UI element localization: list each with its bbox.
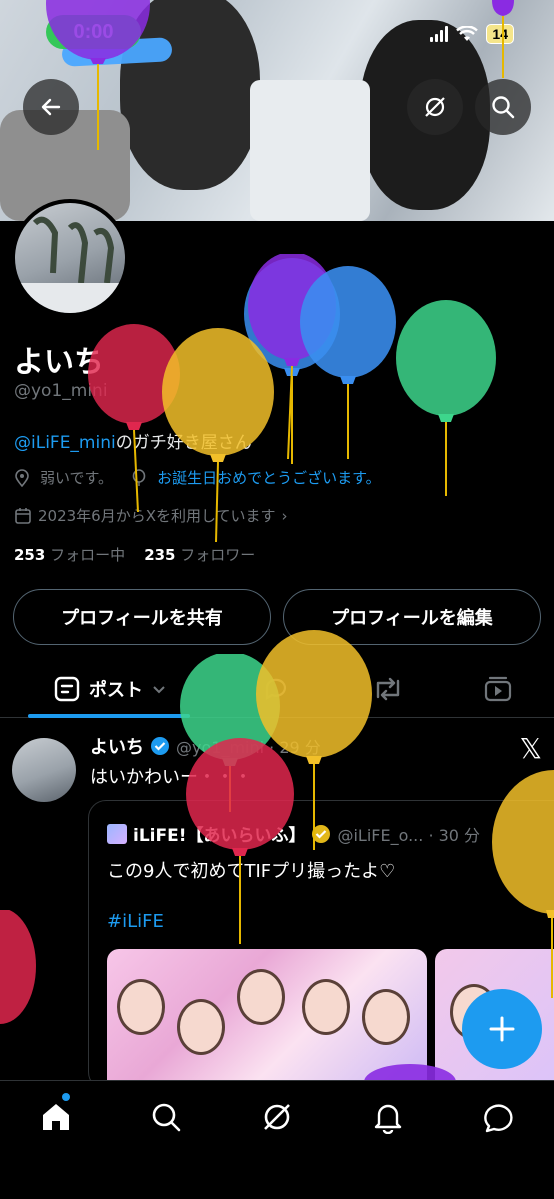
video-icon <box>484 676 512 702</box>
photo-face <box>302 979 350 1035</box>
following-label: フォロー中 <box>50 546 126 564</box>
tab-posts-label: ポスト <box>89 680 143 701</box>
photo-face <box>177 999 225 1055</box>
balloon-icon <box>492 0 514 78</box>
avatar-image <box>15 216 125 313</box>
nav-notifications[interactable] <box>366 1095 410 1139</box>
home-notification-dot <box>62 1093 70 1101</box>
search-icon <box>492 96 515 119</box>
bell-icon <box>374 1104 402 1134</box>
follow-stats: 253 フォロー中 235 フォロワー <box>14 544 255 565</box>
posts-icon <box>54 676 80 702</box>
chevron-down-icon[interactable] <box>151 681 167 697</box>
grok-icon <box>425 97 445 117</box>
grok-button[interactable] <box>407 79 463 135</box>
tab-posts[interactable]: ポスト <box>30 660 190 718</box>
x-logo-icon: 𝕏 <box>519 732 542 765</box>
post-avatar[interactable] <box>12 738 76 802</box>
compose-button[interactable] <box>462 989 542 1069</box>
followers-count: 235 <box>144 546 176 564</box>
search-button[interactable] <box>475 79 531 135</box>
quoted-avatar <box>107 823 127 844</box>
nav-search[interactable] <box>144 1095 188 1139</box>
home-icon <box>43 1104 69 1130</box>
following-count: 253 <box>14 546 46 564</box>
messages-icon <box>484 1104 513 1133</box>
wifi-icon <box>456 26 479 41</box>
photo-face <box>117 979 165 1035</box>
balloon-icon <box>300 266 396 459</box>
avatar[interactable] <box>11 199 129 317</box>
active-tab-indicator <box>28 714 190 718</box>
verified-icon <box>151 737 169 755</box>
balloon-icon <box>396 300 496 496</box>
balloon-icon <box>364 1064 456 1082</box>
location-icon <box>15 468 29 487</box>
balloon-icon <box>162 328 274 543</box>
chevron-right-icon[interactable]: › <box>282 507 288 525</box>
followers-link[interactable]: 235 フォロワー <box>144 546 255 564</box>
nav-home[interactable] <box>34 1095 78 1139</box>
banner-figure <box>250 80 370 221</box>
following-link[interactable]: 253 フォロー中 <box>14 546 125 564</box>
balloon-icon <box>492 770 554 998</box>
tab-videos[interactable] <box>468 660 528 718</box>
search-icon <box>152 1103 181 1132</box>
followers-label: フォロワー <box>180 546 256 564</box>
balloon-icon <box>46 0 150 150</box>
calendar-icon <box>15 507 31 524</box>
photo-face <box>237 969 285 1025</box>
share-profile-button[interactable]: プロフィールを共有 <box>13 589 271 645</box>
hashtag-link[interactable]: #iLiFE <box>107 911 164 932</box>
cellular-signal-icon <box>430 26 449 42</box>
balloon-icon <box>186 738 294 944</box>
grok-icon <box>264 1104 290 1130</box>
bottom-navigation <box>0 1080 554 1199</box>
plus-icon <box>489 1016 515 1042</box>
photo-face <box>362 989 410 1045</box>
post-author-name[interactable]: よいち <box>90 733 144 759</box>
balloon-icon <box>0 910 36 1024</box>
nav-grok[interactable] <box>255 1095 299 1139</box>
nav-messages[interactable] <box>477 1095 521 1139</box>
